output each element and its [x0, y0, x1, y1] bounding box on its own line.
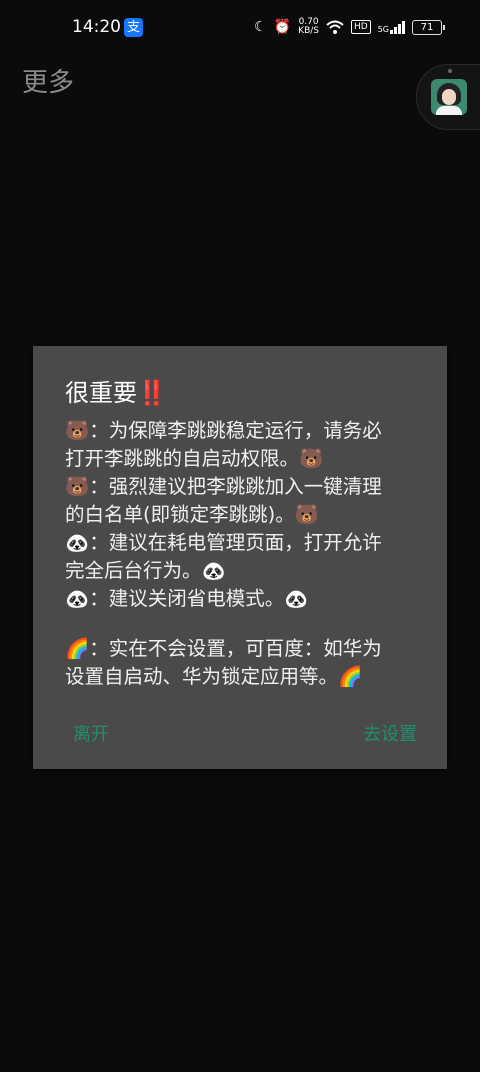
avatar-face	[442, 89, 456, 105]
message-line: 的白名单(即锁定李跳跳)。🐻	[65, 503, 319, 526]
avatar	[431, 79, 467, 115]
status-icons: ☾ ⏰ 0.70 KB/S HD 5G 71	[254, 15, 445, 39]
page-title: 更多	[22, 68, 75, 98]
wifi-icon	[326, 20, 344, 34]
message-line: 🌈：实在不会设置，可百度：如华为	[65, 637, 382, 660]
drag-dot-icon	[448, 69, 452, 73]
avatar-body	[436, 106, 462, 115]
signal-icon: 5G	[378, 20, 405, 34]
floating-avatar-button[interactable]	[416, 64, 480, 130]
message-line: 设置自启动、华为锁定应用等。🌈	[65, 665, 363, 688]
message-line: 🐼：建议关闭省电模式。🐼	[65, 587, 309, 610]
alarm-icon: ⏰	[273, 19, 292, 35]
dialog-title: 很重要‼️	[65, 379, 167, 407]
message-line: 完全后台行为。🐼	[65, 559, 226, 582]
dialog-message: 🐻：为保障李跳跳稳定运行，请务必 打开李跳跳的自启动权限。🐻 🐻：强烈建议把李跳…	[65, 417, 425, 691]
battery-icon: 71	[412, 19, 445, 35]
status-bar: 14:20 支 ☾ ⏰ 0.70 KB/S HD 5G 71	[0, 0, 480, 56]
important-dialog: 很重要‼️ 🐻：为保障李跳跳稳定运行，请务必 打开李跳跳的自启动权限。🐻 🐻：强…	[33, 346, 447, 769]
go-settings-button[interactable]: 去设置	[363, 720, 417, 746]
leave-button[interactable]: 离开	[73, 720, 109, 746]
alipay-notification-icon: 支	[124, 18, 143, 37]
message-line: 🐻：为保障李跳跳稳定运行，请务必	[65, 419, 382, 442]
signal-label: 5G	[377, 25, 389, 34]
message-line: 打开李跳跳的自启动权限。🐻	[65, 447, 324, 470]
message-line: 🐼：建议在耗电管理页面，打开允许	[65, 531, 382, 554]
net-speed: 0.70 KB/S	[298, 18, 319, 36]
message-line: 🐻：强烈建议把李跳跳加入一键清理	[65, 475, 382, 498]
status-time: 14:20	[72, 17, 121, 37]
net-speed-unit: KB/S	[298, 26, 319, 36]
moon-icon: ☾	[254, 19, 267, 35]
hd-badge: HD	[351, 20, 371, 34]
